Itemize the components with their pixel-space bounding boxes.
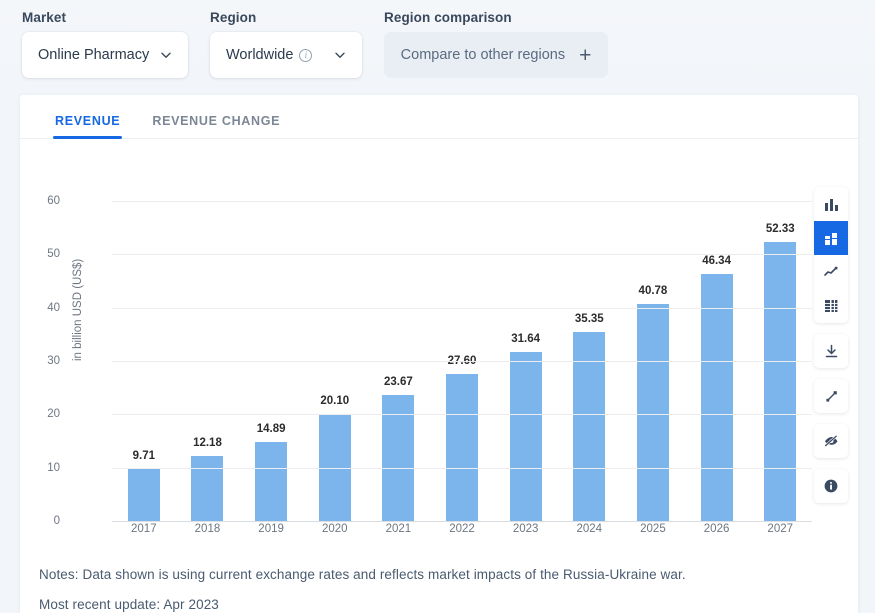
region-filter-group: Region Worldwide i <box>210 10 362 78</box>
chart-toolbar <box>814 187 848 503</box>
footer-notes: Notes: Data shown is using current excha… <box>39 567 858 582</box>
bar[interactable] <box>128 469 160 521</box>
footer-update: Most recent update: Apr 2023 <box>39 597 858 612</box>
bar-value-label: 23.67 <box>384 376 413 388</box>
bar-value-label: 46.34 <box>702 255 731 267</box>
region-label: Region <box>210 10 362 25</box>
plus-icon: + <box>579 45 591 66</box>
gridline <box>112 254 812 255</box>
x-axis-tick: 2021 <box>367 523 431 535</box>
y-axis-tick: 60 <box>20 195 60 207</box>
bar[interactable] <box>191 456 223 521</box>
y-axis-tick: 30 <box>20 355 60 367</box>
x-axis-tick: 2018 <box>176 523 240 535</box>
x-axis-tick: 2019 <box>239 523 303 535</box>
x-axis-tick: 2027 <box>748 523 812 535</box>
column-chart-icon[interactable] <box>814 187 848 221</box>
bar[interactable] <box>446 374 478 521</box>
download-icon[interactable] <box>814 334 848 368</box>
region-select-inner: Worldwide i <box>226 47 312 63</box>
y-axis-label: in billion USD (US$) <box>72 259 84 361</box>
plot-region: 9.7112.1814.8920.1023.6727.6031.6435.354… <box>112 201 812 521</box>
market-filter-group: Market Online Pharmacy <box>22 10 188 78</box>
filter-bar: Market Online Pharmacy Region Worldwide … <box>0 0 875 95</box>
bar-value-label: 40.78 <box>639 285 668 297</box>
market-select[interactable]: Online Pharmacy <box>22 32 188 78</box>
region-select[interactable]: Worldwide i <box>210 32 362 78</box>
bar-value-label: 12.18 <box>193 437 222 449</box>
chevron-down-icon <box>160 49 172 61</box>
x-axis-tick: 2020 <box>303 523 367 535</box>
bar-value-label: 31.64 <box>511 333 540 345</box>
y-axis-tick: 20 <box>20 408 60 420</box>
y-axis-tick: 10 <box>20 462 60 474</box>
x-axis-tick: 2024 <box>557 523 621 535</box>
gridline <box>112 201 812 202</box>
region-select-value: Worldwide <box>226 47 293 63</box>
x-axis-tick: 2017 <box>112 523 176 535</box>
compare-regions-button[interactable]: Compare to other regions + <box>384 32 608 78</box>
x-axis-tick: 2026 <box>685 523 749 535</box>
info-icon[interactable] <box>814 469 848 503</box>
bar-value-label: 20.10 <box>320 395 349 407</box>
bar[interactable] <box>255 442 287 521</box>
x-axis-tick: 2023 <box>494 523 558 535</box>
expand-icon[interactable] <box>814 379 848 413</box>
x-axis: 2017201820192020202120222023202420252026… <box>112 523 812 535</box>
gridline <box>112 521 812 522</box>
gridline <box>112 308 812 309</box>
bar-value-label: 14.89 <box>257 423 286 435</box>
gridline <box>112 414 812 415</box>
bar-value-label: 52.33 <box>766 223 795 235</box>
y-axis-tick: 40 <box>20 302 60 314</box>
tab-revenue-change[interactable]: REVENUE CHANGE <box>136 114 296 138</box>
bar[interactable] <box>701 274 733 521</box>
info-circle-icon[interactable]: i <box>299 49 312 62</box>
chart-card: REVENUE REVENUE CHANGE in billion USD (U… <box>20 95 858 613</box>
region-comparison-group: Region comparison Compare to other regio… <box>384 10 608 78</box>
market-select-value: Online Pharmacy <box>38 47 149 63</box>
market-label: Market <box>22 10 188 25</box>
chart-type-group <box>814 187 848 323</box>
bar-value-label: 35.35 <box>575 313 604 325</box>
region-comparison-label: Region comparison <box>384 10 608 25</box>
chevron-down-icon <box>334 49 346 61</box>
data-table-icon[interactable] <box>814 289 848 323</box>
gridline <box>112 468 812 469</box>
x-axis-tick: 2022 <box>430 523 494 535</box>
tab-revenue[interactable]: REVENUE <box>39 114 136 138</box>
stacked-bar-chart-icon[interactable] <box>814 221 848 255</box>
tab-bar: REVENUE REVENUE CHANGE <box>20 95 858 139</box>
bar[interactable] <box>510 352 542 521</box>
bar-value-label: 9.71 <box>133 450 155 462</box>
y-axis-tick: 50 <box>20 248 60 260</box>
x-axis-tick: 2025 <box>621 523 685 535</box>
gridline <box>112 361 812 362</box>
bar[interactable] <box>637 304 669 521</box>
compare-regions-label: Compare to other regions <box>401 47 565 63</box>
line-chart-icon[interactable] <box>814 255 848 289</box>
bar[interactable] <box>764 242 796 521</box>
chart-area: in billion USD (US$) 9.71 12.18 14.89 20.10… <box>20 139 858 559</box>
chart-footer: Notes: Data shown is using current excha… <box>20 559 858 613</box>
eye-off-icon[interactable] <box>814 424 848 458</box>
y-axis-tick: 0 <box>20 515 60 527</box>
